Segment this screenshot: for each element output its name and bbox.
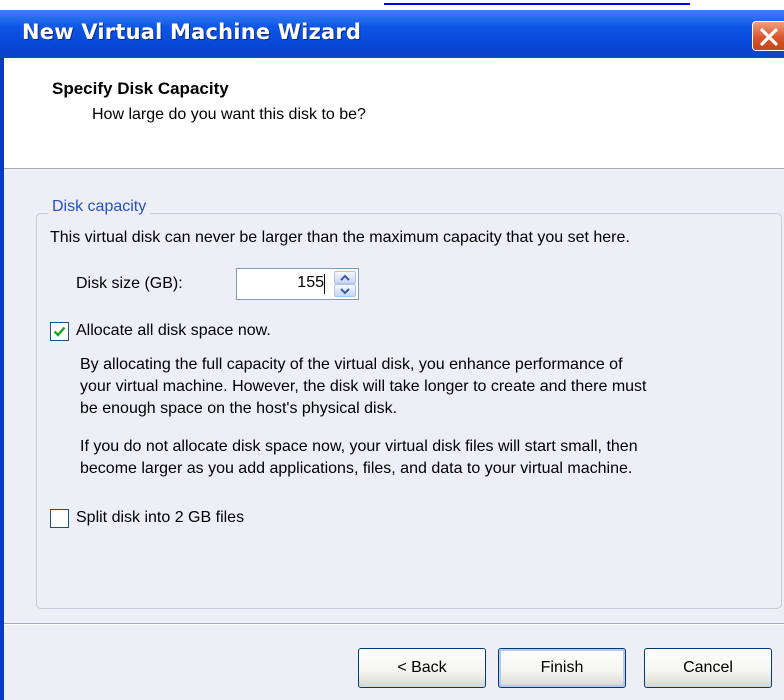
close-button[interactable] — [752, 21, 784, 51]
allocate-para1-line2: your virtual machine. However, the disk … — [80, 378, 647, 395]
title-bar[interactable]: New Virtual Machine Wizard — [0, 10, 784, 58]
cancel-button[interactable]: Cancel — [644, 648, 772, 688]
wizard-client-area: Specify Disk Capacity How large do you w… — [4, 58, 784, 700]
finish-button[interactable]: Finish — [498, 648, 626, 688]
disk-capacity-legend: Disk capacity — [48, 198, 151, 216]
allocate-checkbox[interactable] — [50, 322, 69, 341]
top-link-underline[interactable] — [384, 0, 690, 5]
spin-up-button[interactable] — [334, 271, 356, 284]
allocate-para2-line2: become larger as you add applications, f… — [80, 460, 633, 477]
disk-size-input[interactable]: 155 — [297, 274, 324, 292]
text-caret — [324, 274, 325, 294]
allocate-para1-line1: By allocating the full capacity of the v… — [80, 356, 623, 373]
back-button[interactable]: < Back — [358, 648, 486, 688]
spin-down-button[interactable] — [334, 284, 356, 297]
window-title: New Virtual Machine Wizard — [22, 20, 362, 44]
chevron-up-icon — [340, 274, 350, 281]
wizard-window: New Virtual Machine Wizard Specify Disk … — [0, 10, 784, 700]
split-checkbox[interactable] — [50, 509, 69, 528]
split-label[interactable]: Split disk into 2 GB files — [76, 507, 244, 529]
wizard-header: Specify Disk Capacity How large do you w… — [4, 58, 784, 169]
disk-capacity-description: This virtual disk can never be larger th… — [50, 229, 630, 246]
checkmark-icon — [53, 326, 66, 337]
footer-separator — [4, 623, 784, 625]
allocate-para1-line3: be enough space on the host's physical d… — [80, 400, 398, 417]
page-subtitle: How large do you want this disk to be? — [92, 106, 366, 123]
spin-buttons — [334, 271, 356, 297]
allocate-para2-line1: If you do not allocate disk space now, y… — [80, 438, 638, 455]
disk-size-stepper[interactable]: 155 — [236, 268, 359, 300]
page-title: Specify Disk Capacity — [52, 79, 229, 98]
disk-size-label: Disk size (GB): — [76, 275, 183, 292]
close-icon — [760, 28, 778, 46]
allocate-label[interactable]: Allocate all disk space now. — [76, 320, 271, 342]
chevron-down-icon — [340, 288, 350, 295]
